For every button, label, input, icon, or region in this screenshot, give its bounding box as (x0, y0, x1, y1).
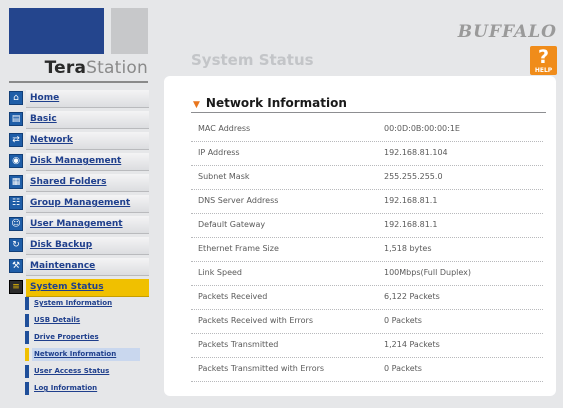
table-row: Link Speed 100Mbps(Full Duplex) (191, 262, 543, 286)
subnav-marker (25, 297, 29, 310)
subnav-item-label[interactable]: User Access Status (32, 365, 140, 378)
subnav-marker (25, 382, 29, 395)
subnav-marker (25, 348, 29, 361)
network-icon: ⇄ (9, 133, 23, 147)
sidebar-item-shared-folders[interactable]: ▦ Shared Folders (9, 173, 149, 192)
subnav-marker (25, 331, 29, 344)
subnav-item-label[interactable]: Log Information (32, 382, 140, 395)
table-row: Packets Received with Errors 0 Packets (191, 310, 543, 334)
sidebar-item-label[interactable]: Home (26, 90, 149, 108)
sidebar-item-user-management[interactable]: ☺ User Management (9, 215, 149, 234)
row-value: 1,214 Packets (384, 340, 440, 349)
buffalo-logo: BUFFALO (457, 22, 557, 42)
basic-icon: ▤ (9, 112, 23, 126)
table-row: Packets Transmitted 1,214 Packets (191, 334, 543, 358)
left-column: TeraStation ⌂ Home ▤ Basic ⇄ Network ◉ Disk Man… (0, 0, 158, 408)
table-row: Subnet Mask 255.255.255.0 (191, 166, 543, 190)
row-label: Packets Transmitted with Errors (198, 364, 325, 373)
logo-gray-block (111, 8, 148, 54)
subnav-item-label[interactable]: Network Information (32, 348, 140, 361)
subnav-item-log-information[interactable]: Log Information (25, 380, 140, 397)
row-value: 100Mbps(Full Duplex) (384, 268, 472, 277)
help-label: HELP (534, 67, 553, 74)
sidebar-item-maintenance[interactable]: ⚒ Maintenance (9, 257, 149, 276)
section-title: Network Information (205, 96, 347, 110)
row-value: 6,122 Packets (384, 292, 440, 301)
table-row: Packets Transmitted with Errors 0 Packets (191, 358, 543, 382)
table-row: MAC Address 00:0D:0B:00:00:1E (191, 118, 543, 142)
maintenance-icon: ⚒ (9, 259, 23, 273)
logo-dark-block (9, 8, 104, 54)
disk-icon: ◉ (9, 154, 23, 168)
backup-icon: ↻ (9, 238, 23, 252)
subnav-item-label[interactable]: System Information (32, 297, 140, 310)
sidebar-nav: ⌂ Home ▤ Basic ⇄ Network ◉ Disk Management ▦ Shar… (9, 89, 149, 299)
row-value: 1,518 bytes (384, 244, 432, 253)
subnav-item-label[interactable]: USB Details (32, 314, 140, 327)
terastation-logo: TeraStation (9, 8, 148, 83)
sidebar-item-network[interactable]: ⇄ Network (9, 131, 149, 150)
folder-icon: ▦ (9, 175, 23, 189)
row-label: Packets Received (198, 292, 268, 301)
table-row: Default Gateway 192.168.81.1 (191, 214, 543, 238)
sidebar-subnav: System Information USB Details Drive Prope… (25, 295, 140, 397)
row-value: 00:0D:0B:00:00:1E (384, 124, 460, 133)
subnav-item-usb-details[interactable]: USB Details (25, 312, 140, 329)
row-label: Ethernet Frame Size (198, 244, 279, 253)
section-divider (191, 112, 546, 113)
logo-text-tera: Tera (44, 58, 87, 78)
row-value: 0 Packets (384, 316, 422, 325)
row-label: Packets Transmitted (198, 340, 279, 349)
sidebar-item-label[interactable]: Shared Folders (26, 174, 149, 192)
logo-text-station: Station (86, 58, 148, 78)
row-value: 255.255.255.0 (384, 172, 443, 181)
row-value: 192.168.81.1 (384, 196, 438, 205)
row-value: 192.168.81.1 (384, 220, 438, 229)
row-value: 0 Packets (384, 364, 422, 373)
subnav-item-label[interactable]: Drive Properties (32, 331, 140, 344)
row-label: IP Address (198, 148, 240, 157)
subnav-item-network-information[interactable]: Network Information (25, 346, 140, 363)
table-row: IP Address 192.168.81.104 (191, 142, 543, 166)
sidebar-item-home[interactable]: ⌂ Home (9, 89, 149, 108)
sidebar-item-label[interactable]: Basic (26, 111, 149, 129)
table-row: Ethernet Frame Size 1,518 bytes (191, 238, 543, 262)
sidebar-item-disk-backup[interactable]: ↻ Disk Backup (9, 236, 149, 255)
sidebar-item-label[interactable]: Disk Management (26, 153, 149, 171)
logo-text: TeraStation (9, 58, 148, 78)
row-label: Subnet Mask (198, 172, 250, 181)
row-label: MAC Address (198, 124, 251, 133)
table-row: Packets Received 6,122 Packets (191, 286, 543, 310)
sidebar-item-label[interactable]: Maintenance (26, 258, 149, 276)
row-label: DNS Server Address (198, 196, 279, 205)
subnav-item-user-access-status[interactable]: User Access Status (25, 363, 140, 380)
logo-underline (9, 81, 148, 83)
sidebar-item-disk-management[interactable]: ◉ Disk Management (9, 152, 149, 171)
sidebar-item-group-management[interactable]: ☷ Group Management (9, 194, 149, 213)
status-icon: ≡ (9, 280, 23, 294)
row-label: Packets Received with Errors (198, 316, 314, 325)
user-icon: ☺ (9, 217, 23, 231)
page-title: System Status (191, 51, 314, 69)
sidebar-item-label[interactable]: Group Management (26, 195, 149, 213)
sidebar-item-label[interactable]: User Management (26, 216, 149, 234)
subnav-item-drive-properties[interactable]: Drive Properties (25, 329, 140, 346)
help-button[interactable]: ? HELP (530, 46, 557, 75)
section-heading: ▼ Network Information (193, 96, 493, 110)
group-icon: ☷ (9, 196, 23, 210)
network-info-table: MAC Address 00:0D:0B:00:00:1E IP Address 19… (191, 118, 543, 382)
arrow-bullet-icon: ▼ (193, 100, 200, 110)
home-icon: ⌂ (9, 91, 23, 105)
subnav-marker (25, 365, 29, 378)
row-label: Default Gateway (198, 220, 266, 229)
subnav-item-system-information[interactable]: System Information (25, 295, 140, 312)
row-value: 192.168.81.104 (384, 148, 448, 157)
sidebar-item-basic[interactable]: ▤ Basic (9, 110, 149, 129)
table-row: DNS Server Address 192.168.81.1 (191, 190, 543, 214)
row-label: Link Speed (198, 268, 243, 277)
sidebar-item-label[interactable]: Disk Backup (26, 237, 149, 255)
sidebar-item-label[interactable]: Network (26, 132, 149, 150)
subnav-marker (25, 314, 29, 327)
help-icon: ? (537, 46, 550, 68)
